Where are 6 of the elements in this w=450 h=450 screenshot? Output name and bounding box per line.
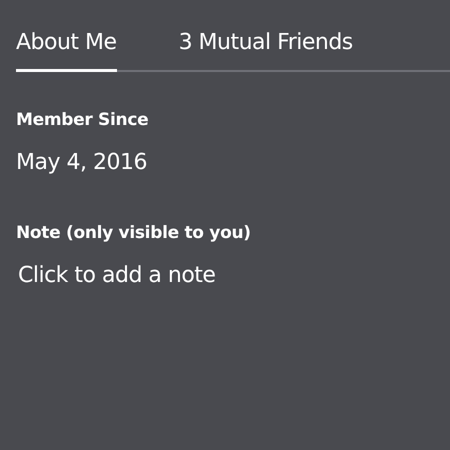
- tab[interactable]: 3 Mutual Friends: [178, 30, 353, 72]
- member-since-date: May 4, 2016: [16, 150, 148, 175]
- section-heading: Member Since: [16, 110, 150, 130]
- tab[interactable]: About Me: [16, 30, 117, 72]
- section-heading: Note (only visible to you): [16, 223, 252, 243]
- note-field[interactable]: Click to add a note: [16, 263, 318, 288]
